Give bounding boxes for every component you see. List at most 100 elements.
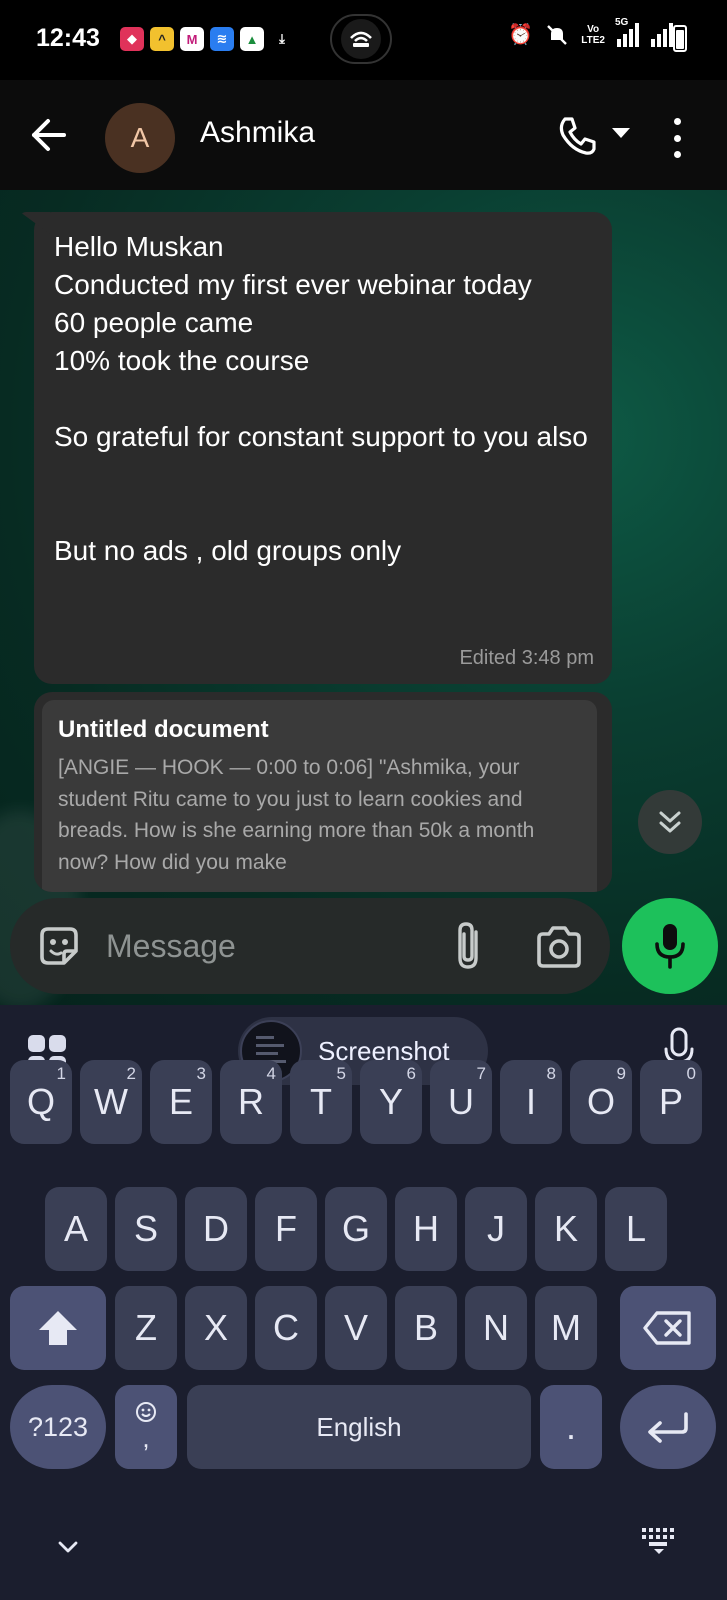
- key-r[interactable]: 4R: [220, 1060, 282, 1144]
- key-v[interactable]: V: [325, 1286, 387, 1370]
- backspace-key[interactable]: [620, 1286, 716, 1370]
- signal-icon-2: [651, 22, 673, 47]
- key-label: E: [168, 1081, 193, 1122]
- key-d[interactable]: D: [185, 1187, 247, 1271]
- key-j[interactable]: J: [465, 1187, 527, 1271]
- key-q[interactable]: 1Q: [10, 1060, 72, 1144]
- symbols-key[interactable]: ?123: [10, 1385, 106, 1469]
- key-label: M: [551, 1307, 581, 1348]
- key-label: ?123: [27, 1411, 89, 1442]
- key-label: Z: [135, 1307, 157, 1348]
- key-label: Q: [26, 1081, 55, 1122]
- key-c[interactable]: C: [255, 1286, 317, 1370]
- key-label: R: [238, 1081, 264, 1122]
- key-y[interactable]: 6Y: [360, 1060, 422, 1144]
- camera-icon[interactable]: [534, 924, 584, 970]
- key-x[interactable]: X: [185, 1286, 247, 1370]
- phone-icon[interactable]: [555, 114, 599, 158]
- key-m[interactable]: M: [535, 1286, 597, 1370]
- contact-name[interactable]: Ashmika: [200, 116, 315, 150]
- enter-key[interactable]: [620, 1385, 716, 1469]
- key-label: C: [273, 1307, 299, 1348]
- document-preview-card[interactable]: Untitled document [ANGIE — HOOK — 0:00 t…: [42, 700, 597, 892]
- key-o[interactable]: 9O: [570, 1060, 632, 1144]
- key-a[interactable]: A: [45, 1187, 107, 1271]
- key-label: Y: [378, 1081, 403, 1122]
- key-label: D: [203, 1208, 229, 1249]
- key-z[interactable]: Z: [115, 1286, 177, 1370]
- contact-avatar[interactable]: A: [105, 103, 175, 173]
- key-t[interactable]: 5T: [290, 1060, 352, 1144]
- message-composer: [10, 898, 610, 994]
- key-l[interactable]: L: [605, 1187, 667, 1271]
- key-s[interactable]: S: [115, 1187, 177, 1271]
- key-label: B: [413, 1307, 438, 1348]
- key-label: G: [341, 1208, 370, 1249]
- key-k[interactable]: K: [535, 1187, 597, 1271]
- signal-label: 5G: [615, 16, 629, 28]
- document-title: Untitled document: [58, 716, 269, 743]
- notification-icons: ◆ ^ M ≋ ▲ ⤓: [120, 27, 294, 51]
- key-hint: 2: [126, 1064, 136, 1083]
- key-hint: 4: [266, 1064, 276, 1083]
- period-key[interactable]: .: [540, 1385, 602, 1469]
- key-hint: 3: [196, 1064, 206, 1083]
- key-label: F: [275, 1208, 297, 1249]
- key-p[interactable]: 0P: [640, 1060, 702, 1144]
- download-icon: ⤓: [279, 31, 285, 46]
- key-f[interactable]: F: [255, 1187, 317, 1271]
- key-label: L: [625, 1208, 647, 1249]
- network-label-top: Vo: [587, 23, 600, 35]
- key-g[interactable]: G: [325, 1187, 387, 1271]
- key-w[interactable]: 2W: [80, 1060, 142, 1144]
- more-options-icon[interactable]: [674, 118, 682, 158]
- key-label: English: [316, 1411, 402, 1442]
- key-label: P: [658, 1081, 683, 1122]
- message-input[interactable]: [106, 925, 426, 967]
- key-hint: 1: [56, 1064, 66, 1083]
- key-label: K: [553, 1208, 578, 1249]
- key-label: O: [586, 1081, 615, 1122]
- mail-icon: ^: [150, 27, 174, 51]
- status-time: 12:43: [36, 24, 100, 52]
- key-u[interactable]: 7U: [430, 1060, 492, 1144]
- microphone-icon: [655, 924, 685, 969]
- network-label: Vo LTE2: [581, 24, 605, 46]
- emoji-comma-key[interactable]: ,: [115, 1385, 177, 1469]
- double-chevron-down-icon: [659, 811, 681, 833]
- shift-key[interactable]: [10, 1286, 106, 1370]
- keyboard-switch-icon[interactable]: [640, 1525, 678, 1555]
- key-i[interactable]: 8I: [500, 1060, 562, 1144]
- space-key[interactable]: English: [187, 1385, 531, 1469]
- sticker-icon[interactable]: [34, 921, 84, 971]
- chat-area[interactable]: Hello Muskan Conducted my first ever web…: [0, 190, 727, 1005]
- key-h[interactable]: H: [395, 1187, 457, 1271]
- message-bubble[interactable]: Hello Muskan Conducted my first ever web…: [34, 212, 612, 684]
- status-bar: 12:43 ◆ ^ M ≋ ▲ ⤓ ⏰ Vo LTE2 5G: [0, 0, 727, 80]
- mute-icon: [547, 24, 568, 45]
- scroll-to-bottom-button[interactable]: [638, 790, 702, 854]
- call-options-dropdown-icon[interactable]: [612, 128, 630, 138]
- key-hint: 7: [476, 1064, 486, 1083]
- battery-icon: [673, 25, 687, 52]
- document-preview-text: [ANGIE — HOOK — 0:00 to 0:06] "Ashmika, …: [58, 756, 535, 874]
- hotspot-indicator: [330, 14, 392, 64]
- key-label: X: [203, 1307, 228, 1348]
- attach-icon[interactable]: [450, 920, 486, 972]
- key-label: J: [487, 1208, 505, 1249]
- key-label: U: [448, 1081, 474, 1122]
- network-label-bottom: LTE2: [581, 34, 605, 46]
- document-message-bubble[interactable]: Untitled document [ANGIE — HOOK — 0:00 t…: [34, 692, 612, 892]
- key-n[interactable]: N: [465, 1286, 527, 1370]
- key-hint: 8: [546, 1064, 556, 1083]
- keyboard-navigation-bar: [0, 1505, 727, 1600]
- shift-icon: [39, 1311, 77, 1345]
- back-arrow-icon[interactable]: [26, 112, 72, 158]
- hide-keyboard-icon[interactable]: [56, 1535, 80, 1559]
- key-b[interactable]: B: [395, 1286, 457, 1370]
- key-label: H: [413, 1208, 439, 1249]
- enter-icon: [648, 1412, 688, 1443]
- voice-message-button[interactable]: [622, 898, 718, 994]
- key-e[interactable]: 3E: [150, 1060, 212, 1144]
- message-text: Hello Muskan Conducted my first ever web…: [54, 231, 588, 566]
